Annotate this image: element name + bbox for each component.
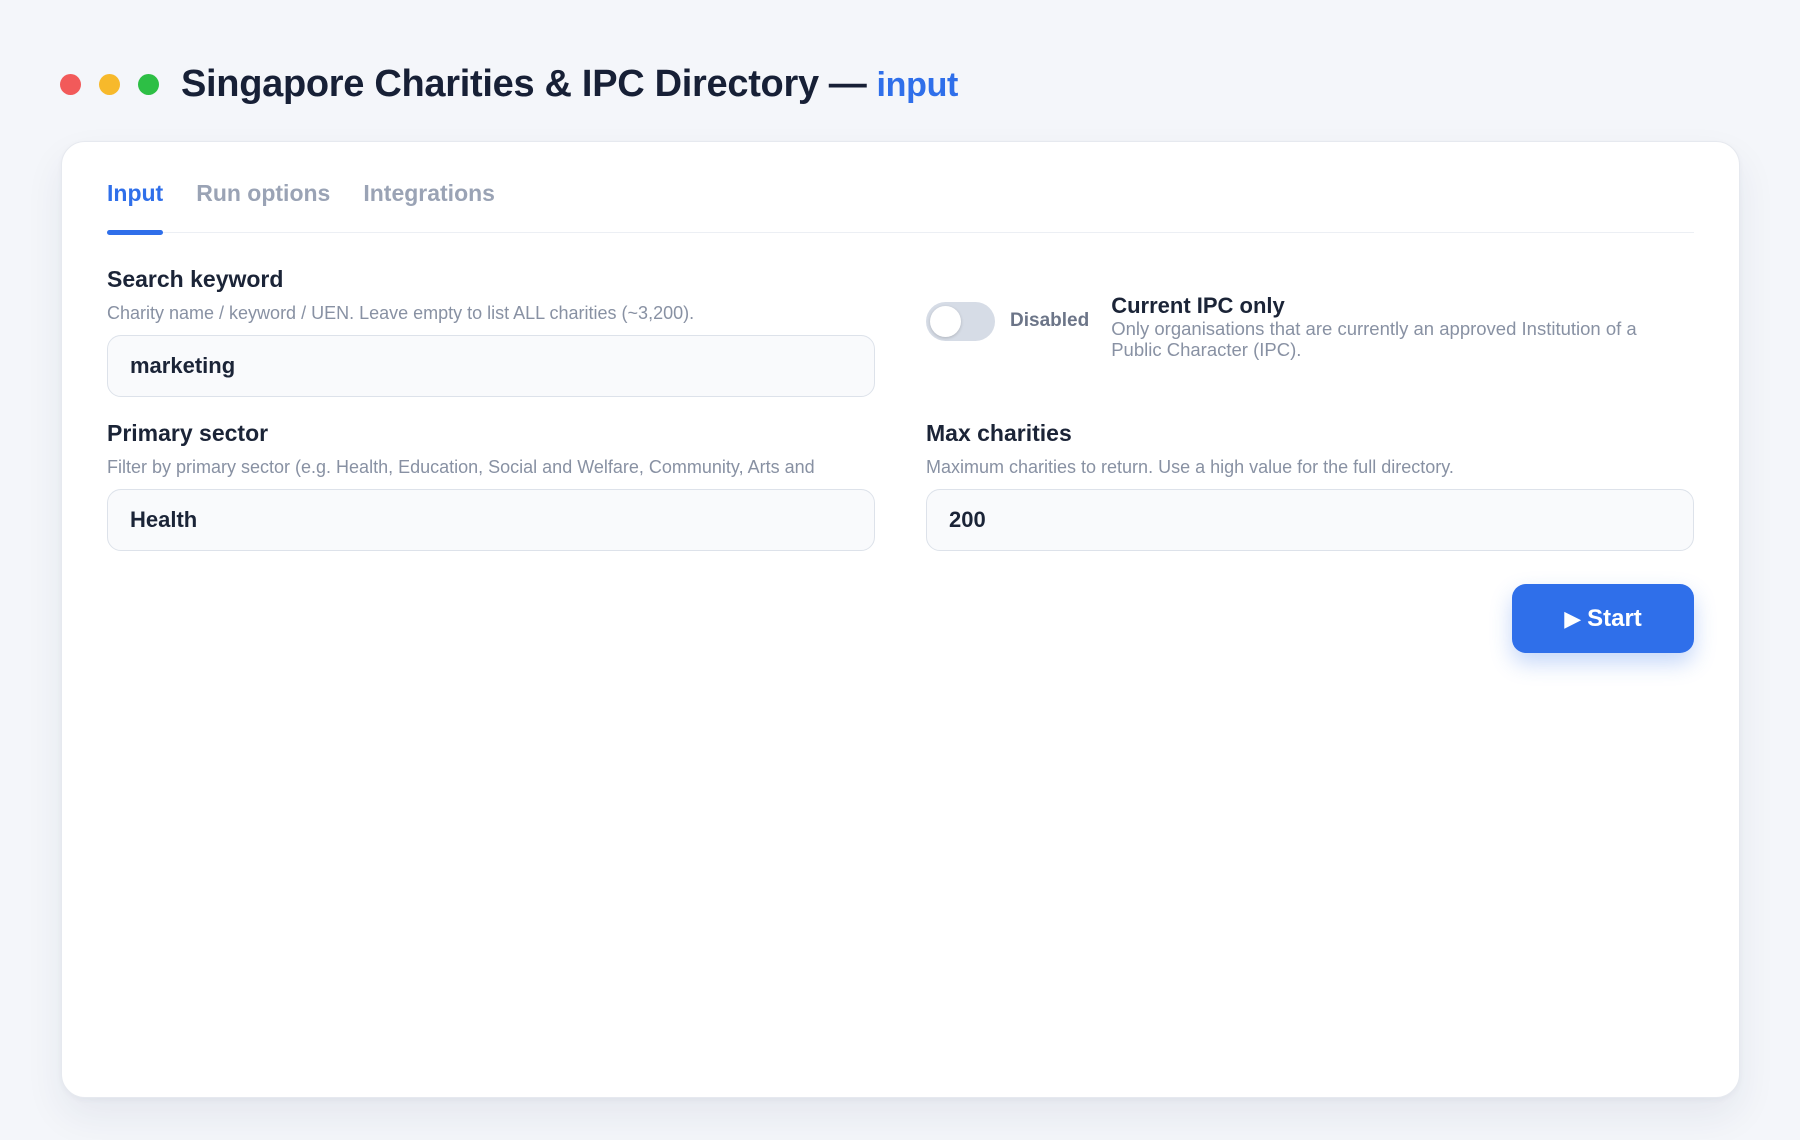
primary-sector-input[interactable]: [107, 489, 875, 551]
page-title: Singapore Charities & IPC Directory — inpu…: [181, 63, 958, 106]
max-charities-label: Max charities: [926, 420, 1072, 446]
tab-run-options[interactable]: Run options: [196, 178, 330, 233]
search-keyword-help: Charity name / keyword / UEN. Leave empt…: [107, 303, 695, 323]
tab-bar: Input Run options Integrations: [107, 178, 1694, 235]
close-window-icon[interactable]: [60, 73, 81, 95]
input-card: Input Run options Integrations Search ke…: [61, 141, 1740, 1098]
max-charities-field: Max charities Maximum charities to retur…: [926, 420, 1694, 551]
current-ipc-only-description: Only organisations that are currently an…: [1111, 318, 1637, 360]
search-keyword-label: Search keyword: [107, 266, 284, 292]
max-charities-help: Maximum charities to return. Use a high …: [926, 457, 1454, 477]
tab-integrations[interactable]: Integrations: [363, 178, 495, 233]
play-icon: ▶: [1564, 605, 1582, 631]
minimize-window-icon[interactable]: [99, 73, 120, 95]
start-button[interactable]: ▶ Start: [1512, 584, 1694, 653]
toggle-knob: [930, 306, 961, 337]
current-ipc-only-toggle[interactable]: [926, 302, 995, 341]
start-button-label: Start: [1587, 604, 1642, 632]
app-title: Singapore Charities & IPC Directory: [181, 62, 819, 105]
current-ipc-only-setting: Disabled Current IPC only Only organisat…: [926, 294, 1671, 360]
current-ipc-only-title: Current IPC only: [1111, 293, 1285, 318]
title-mode: input: [876, 65, 959, 104]
search-keyword-field: Search keyword Charity name / keyword / …: [107, 266, 875, 397]
primary-sector-help: Filter by primary sector (e.g. Health, E…: [107, 457, 815, 477]
toggle-state-label: Disabled: [1010, 310, 1090, 331]
current-ipc-only-text: Current IPC only Only organisations that…: [1111, 293, 1671, 361]
tab-input[interactable]: Input: [107, 178, 164, 235]
max-charities-input[interactable]: [926, 489, 1694, 551]
search-keyword-input[interactable]: [107, 335, 875, 397]
zoom-window-icon[interactable]: [138, 73, 159, 95]
primary-sector-label: Primary sector: [107, 420, 269, 446]
primary-sector-field: Primary sector Filter by primary sector …: [107, 420, 875, 551]
window-titlebar: Singapore Charities & IPC Directory — inpu…: [60, 58, 958, 110]
title-separator: —: [828, 62, 867, 105]
